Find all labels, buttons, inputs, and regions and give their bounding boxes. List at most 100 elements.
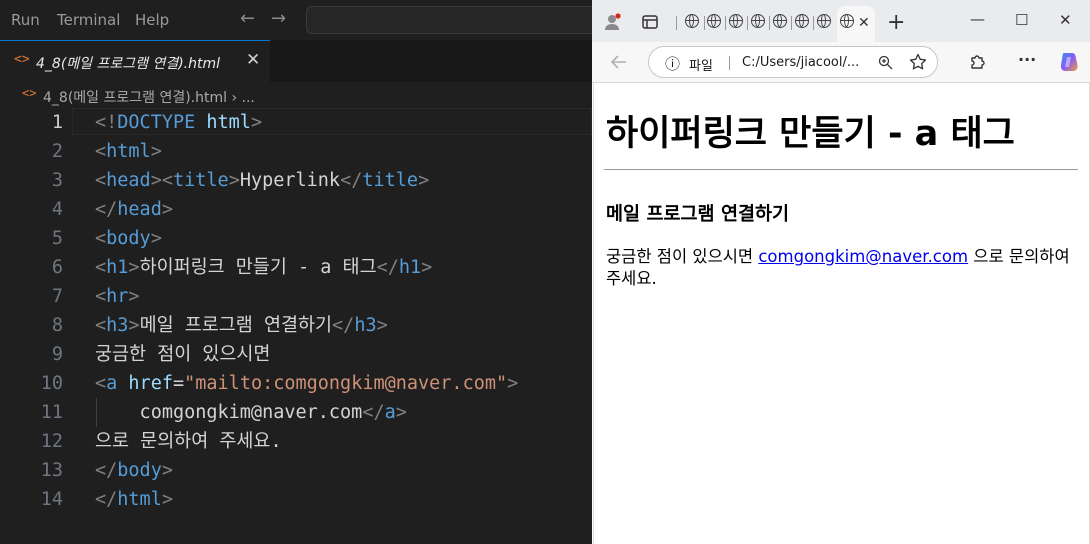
maximize-icon[interactable]: ☐: [1015, 11, 1028, 29]
code-text: <h3>메일 프로그램 연결하기</h3>: [95, 311, 388, 340]
web-page-content: 하이퍼링크 만들기 - a 태그 메일 프로그램 연결하기 궁금한 점이 있으시…: [593, 83, 1090, 544]
globe-icon[interactable]: [773, 14, 787, 28]
code-line[interactable]: 5 <body>: [0, 224, 592, 253]
globe-icon[interactable]: [729, 14, 743, 28]
back-arrow-icon[interactable]: ←: [240, 8, 255, 29]
line-number: 13: [40, 460, 63, 481]
code-line[interactable]: 11 comgongkim@naver.com</a>: [0, 398, 592, 427]
menu-help[interactable]: Help: [135, 11, 169, 29]
line-number: 4: [51, 199, 63, 220]
code-editor[interactable]: 1 <!DOCTYPE html> 2 <html> 3 <head><title>Hyp…: [0, 108, 592, 544]
code-text: <head><title>Hyperlink</title>: [95, 166, 429, 195]
code-token: <: [95, 315, 107, 336]
globe-icon[interactable]: [685, 14, 699, 28]
tab-separator: [791, 16, 792, 30]
code-token: </: [332, 315, 355, 336]
code-text: <a href="mailto:comgongkim@naver.com">: [95, 369, 518, 398]
code-token: html: [106, 141, 151, 162]
code-token: </: [362, 402, 385, 423]
code-token: h3: [354, 315, 377, 336]
code-text: 궁금한 점이 있으시면: [95, 340, 270, 369]
code-token: >: [161, 489, 173, 510]
breadcrumb: <> 4_8(메일 프로그램 연결).html › ...: [0, 82, 592, 108]
address-url[interactable]: C:/Users/jiacool/...: [742, 55, 859, 70]
new-tab-icon[interactable]: +: [887, 10, 905, 35]
code-line[interactable]: 10 <a href="mailto:comgongkim@naver.com">: [0, 369, 592, 398]
browser-tab-active[interactable]: ✕: [837, 6, 875, 42]
code-token: >: [128, 257, 140, 278]
line-number: 9: [51, 344, 63, 365]
code-token: title: [172, 170, 229, 191]
tab-actions-icon[interactable]: [642, 14, 658, 34]
code-token: >: [161, 199, 173, 220]
forward-arrow-icon[interactable]: →: [271, 8, 286, 29]
code-token: </: [376, 257, 399, 278]
code-text: <!DOCTYPE html>: [95, 108, 262, 137]
code-line[interactable]: 4 </head>: [0, 195, 592, 224]
code-token: h3: [106, 315, 129, 336]
command-center[interactable]: [306, 6, 598, 34]
address-bar[interactable]: ⓘ 파일 C:/Users/jiacool/...: [648, 46, 938, 78]
favorite-star-icon[interactable]: [909, 53, 927, 75]
code-token: >: [150, 228, 162, 249]
globe-icon[interactable]: [751, 14, 765, 28]
code-token: href: [128, 373, 173, 394]
code-token: title: [362, 170, 419, 191]
zoom-icon[interactable]: [878, 55, 893, 74]
code-line[interactable]: 6 <h1>하이퍼링크 만들기 - a 태그</h1>: [0, 253, 592, 282]
line-number: 2: [51, 141, 63, 162]
info-icon[interactable]: ⓘ: [665, 53, 680, 74]
code-line[interactable]: 7 <hr>: [0, 282, 592, 311]
code-token: html: [206, 112, 251, 133]
code-line[interactable]: 13 </body>: [0, 456, 592, 485]
code-token: 메일 프로그램 연결하기: [139, 315, 333, 336]
code-token: <: [95, 141, 107, 162]
page-heading: 하이퍼링크 만들기 - a 태그: [606, 114, 1015, 154]
page-paragraph: 궁금한 점이 있으시면 comgongkim@naver.com 으로 문의하여…: [606, 246, 1082, 290]
code-token: >: [150, 141, 162, 162]
close-icon[interactable]: ✕: [858, 15, 870, 31]
code-token: </: [340, 170, 363, 191]
globe-icon[interactable]: [795, 14, 809, 28]
editor-tab-active[interactable]: <> 4_8(메일 프로그램 연결).html ✕: [0, 40, 270, 82]
code-token: Hyperlink: [239, 170, 341, 191]
globe-icon[interactable]: [817, 14, 831, 28]
menu-run[interactable]: Run: [11, 11, 40, 29]
code-token: <: [95, 228, 107, 249]
code-line[interactable]: 9 궁금한 점이 있으시면: [0, 340, 592, 369]
code-line[interactable]: 1 <!DOCTYPE html>: [0, 108, 592, 137]
tab-separator: [725, 16, 726, 30]
close-window-icon[interactable]: ✕: [1059, 11, 1072, 29]
code-token: body: [106, 228, 151, 249]
code-token: >: [421, 257, 433, 278]
copilot-icon[interactable]: [1058, 51, 1080, 77]
code-line[interactable]: 3 <head><title>Hyperlink</title>: [0, 166, 592, 195]
back-icon[interactable]: [610, 53, 628, 75]
breadcrumb-label[interactable]: 4_8(메일 프로그램 연결).html › ...: [43, 87, 255, 107]
code-token: </: [95, 489, 118, 510]
mailto-link[interactable]: comgongkim@naver.com: [758, 247, 968, 266]
address-scheme-label: 파일: [689, 59, 713, 74]
tab-separator: [676, 16, 677, 30]
extensions-icon[interactable]: [969, 53, 987, 75]
menu-terminal[interactable]: Terminal: [57, 11, 120, 29]
code-token: <: [95, 170, 107, 191]
profile-icon[interactable]: [604, 13, 621, 30]
code-token: html: [117, 489, 162, 510]
code-line[interactable]: 14 </html>: [0, 485, 592, 514]
html-file-icon: <>: [22, 86, 37, 100]
globe-icon[interactable]: [707, 14, 721, 28]
code-text: <body>: [95, 224, 162, 253]
code-line[interactable]: 8 <h3>메일 프로그램 연결하기</h3>: [0, 311, 592, 340]
code-line[interactable]: 2 <html>: [0, 137, 592, 166]
code-token: DOCTYPE: [117, 112, 196, 133]
more-icon[interactable]: ···: [1018, 50, 1036, 69]
code-line[interactable]: 12 으로 문의하여 주세요.: [0, 427, 592, 456]
code-token: a: [106, 373, 118, 394]
close-icon[interactable]: ✕: [246, 50, 260, 70]
browser-window: ✕ + — ☐ ✕ ⓘ 파일 C:/Users/jiacool/... ···: [592, 0, 1090, 544]
paragraph-text-before: 궁금한 점이 있으시면: [606, 247, 759, 266]
minimize-icon[interactable]: —: [970, 10, 985, 28]
code-token: >: [128, 315, 140, 336]
